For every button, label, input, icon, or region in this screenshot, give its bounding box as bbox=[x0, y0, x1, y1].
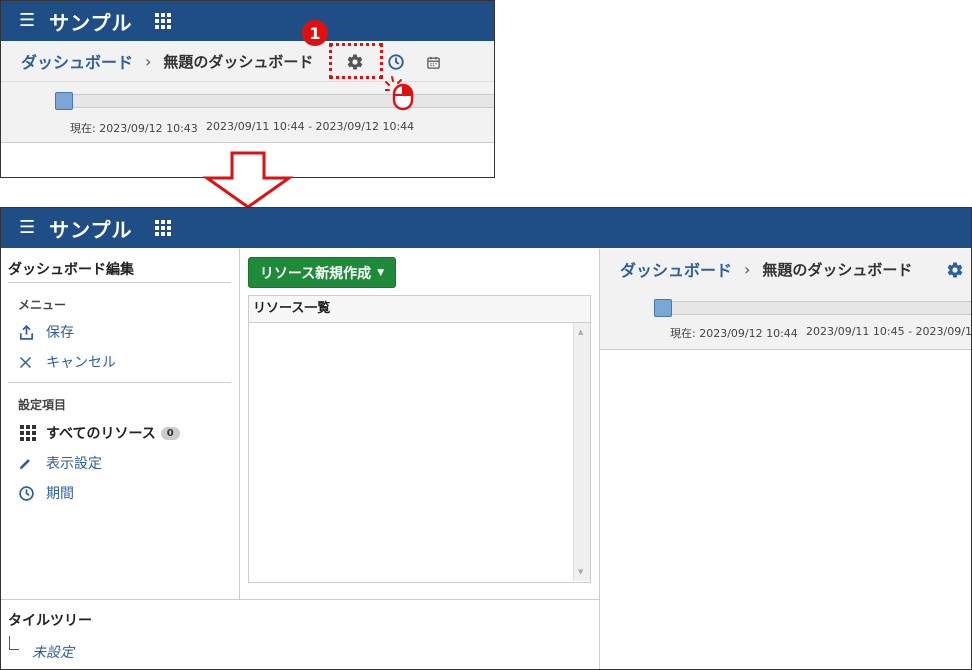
caret-down-icon: ▼ bbox=[377, 267, 385, 278]
app-header: ☰ サンプル bbox=[1, 1, 494, 41]
upload-icon bbox=[18, 324, 46, 341]
save-label: 保存 bbox=[46, 325, 74, 341]
preview-breadcrumb: ダッシュボード › 無題のダッシュボード bbox=[600, 249, 971, 289]
dashboard-edit-sidebar: ダッシュボード編集 メニュー 保存 キャンセル 設定項目 すべてのリソース 0 bbox=[1, 249, 240, 599]
hamburger-menu-icon[interactable]: ☰ bbox=[19, 12, 35, 30]
scroll-up-icon[interactable]: ▲ bbox=[578, 328, 583, 336]
current-time-label: 現在: 2023/09/12 10:44 bbox=[670, 327, 798, 340]
breadcrumb-current: 無題のダッシュボード bbox=[762, 260, 913, 279]
clock-icon bbox=[18, 485, 46, 502]
time-slider-bar: 現在: 2023/09/12 10:43 2023/09/11 10:44 - … bbox=[1, 82, 494, 143]
scroll-down-icon[interactable]: ▼ bbox=[578, 568, 583, 576]
period-label: 期間 bbox=[46, 486, 74, 502]
time-slider-handle[interactable] bbox=[654, 299, 672, 317]
app-title: サンプル bbox=[49, 217, 133, 242]
breadcrumb: ダッシュボード › 無題のダッシュボード bbox=[1, 41, 494, 82]
current-time-label: 現在: 2023/09/12 10:43 bbox=[70, 122, 198, 135]
cancel-button[interactable]: キャンセル bbox=[18, 352, 116, 372]
display-settings-item[interactable]: 表示設定 bbox=[18, 453, 102, 473]
all-resources-item[interactable]: すべてのリソース 0 bbox=[18, 423, 180, 443]
close-icon bbox=[18, 355, 46, 370]
resource-panel: リソース新規作成 ▼ リソース一覧 ▲ ▼ bbox=[240, 249, 599, 599]
apps-grid-icon[interactable] bbox=[154, 220, 171, 236]
breadcrumb-separator: › bbox=[744, 259, 751, 279]
sidebar-title: ダッシュボード編集 bbox=[8, 262, 134, 278]
calendar-icon[interactable] bbox=[426, 55, 441, 70]
apps-grid-icon[interactable] bbox=[154, 13, 171, 29]
cancel-label: キャンセル bbox=[46, 355, 116, 371]
sidebar-divider bbox=[8, 282, 231, 283]
step-number-label: 1 bbox=[309, 23, 321, 43]
breadcrumb-dashboard-link[interactable]: ダッシュボード bbox=[620, 257, 732, 281]
app-title: サンプル bbox=[49, 10, 133, 35]
time-range-label: 2023/09/11 10:45 - 2023/09/12 10:44 bbox=[806, 325, 972, 338]
dashboard-preview: ダッシュボード › 無題のダッシュボード 現在: 2023/09/12 10:4… bbox=[599, 249, 972, 669]
breadcrumb-current: 無題のダッシュボード bbox=[163, 52, 314, 71]
after-screenshot-panel: ☰ サンプル ダッシュボード編集 メニュー 保存 キャンセル 設定項目 すべての… bbox=[0, 207, 972, 670]
mouse-click-icon bbox=[385, 76, 414, 111]
resource-list-header: リソース一覧 bbox=[249, 296, 590, 323]
tile-tree-panel: タイルツリー 未設定 bbox=[1, 599, 599, 669]
breadcrumb-separator: › bbox=[145, 51, 152, 71]
save-button[interactable]: 保存 bbox=[18, 322, 74, 342]
time-range-label: 2023/09/11 10:44 - 2023/09/12 10:44 bbox=[206, 120, 415, 133]
preview-time-slider-bar: 現在: 2023/09/12 10:44 2023/09/11 10:45 - … bbox=[600, 289, 972, 350]
settings-heading: 設定項目 bbox=[18, 398, 67, 412]
app-header: ☰ サンプル bbox=[1, 208, 971, 248]
resource-count-badge: 0 bbox=[160, 426, 180, 440]
grid-icon bbox=[18, 425, 46, 441]
tree-connector bbox=[9, 636, 19, 650]
period-item[interactable]: 期間 bbox=[18, 483, 74, 503]
pencil-icon bbox=[18, 456, 46, 471]
time-slider-track[interactable] bbox=[61, 94, 494, 108]
resource-list: リソース一覧 ▲ ▼ bbox=[248, 295, 591, 583]
tile-tree-title: タイルツリー bbox=[8, 613, 92, 629]
time-slider-handle[interactable] bbox=[55, 92, 73, 110]
breadcrumb-dashboard-link[interactable]: ダッシュボード bbox=[21, 49, 133, 73]
clock-icon[interactable] bbox=[387, 53, 405, 71]
all-resources-label: すべてのリソース bbox=[46, 426, 156, 442]
step-number-badge: 1 bbox=[302, 20, 328, 46]
resource-list-scrollbar[interactable]: ▲ ▼ bbox=[573, 323, 590, 581]
gear-icon[interactable] bbox=[946, 261, 964, 279]
time-slider-track[interactable] bbox=[660, 301, 971, 315]
display-settings-label: 表示設定 bbox=[46, 456, 102, 472]
hamburger-menu-icon[interactable]: ☰ bbox=[19, 219, 35, 237]
tile-tree-unset[interactable]: 未設定 bbox=[32, 642, 74, 662]
new-resource-button[interactable]: リソース新規作成 ▼ bbox=[248, 257, 396, 288]
new-resource-label: リソース新規作成 bbox=[259, 265, 372, 282]
menu-heading: メニュー bbox=[18, 298, 67, 312]
transition-arrow-icon bbox=[203, 151, 293, 209]
sidebar-divider bbox=[8, 382, 231, 383]
gear-icon[interactable] bbox=[346, 53, 364, 71]
